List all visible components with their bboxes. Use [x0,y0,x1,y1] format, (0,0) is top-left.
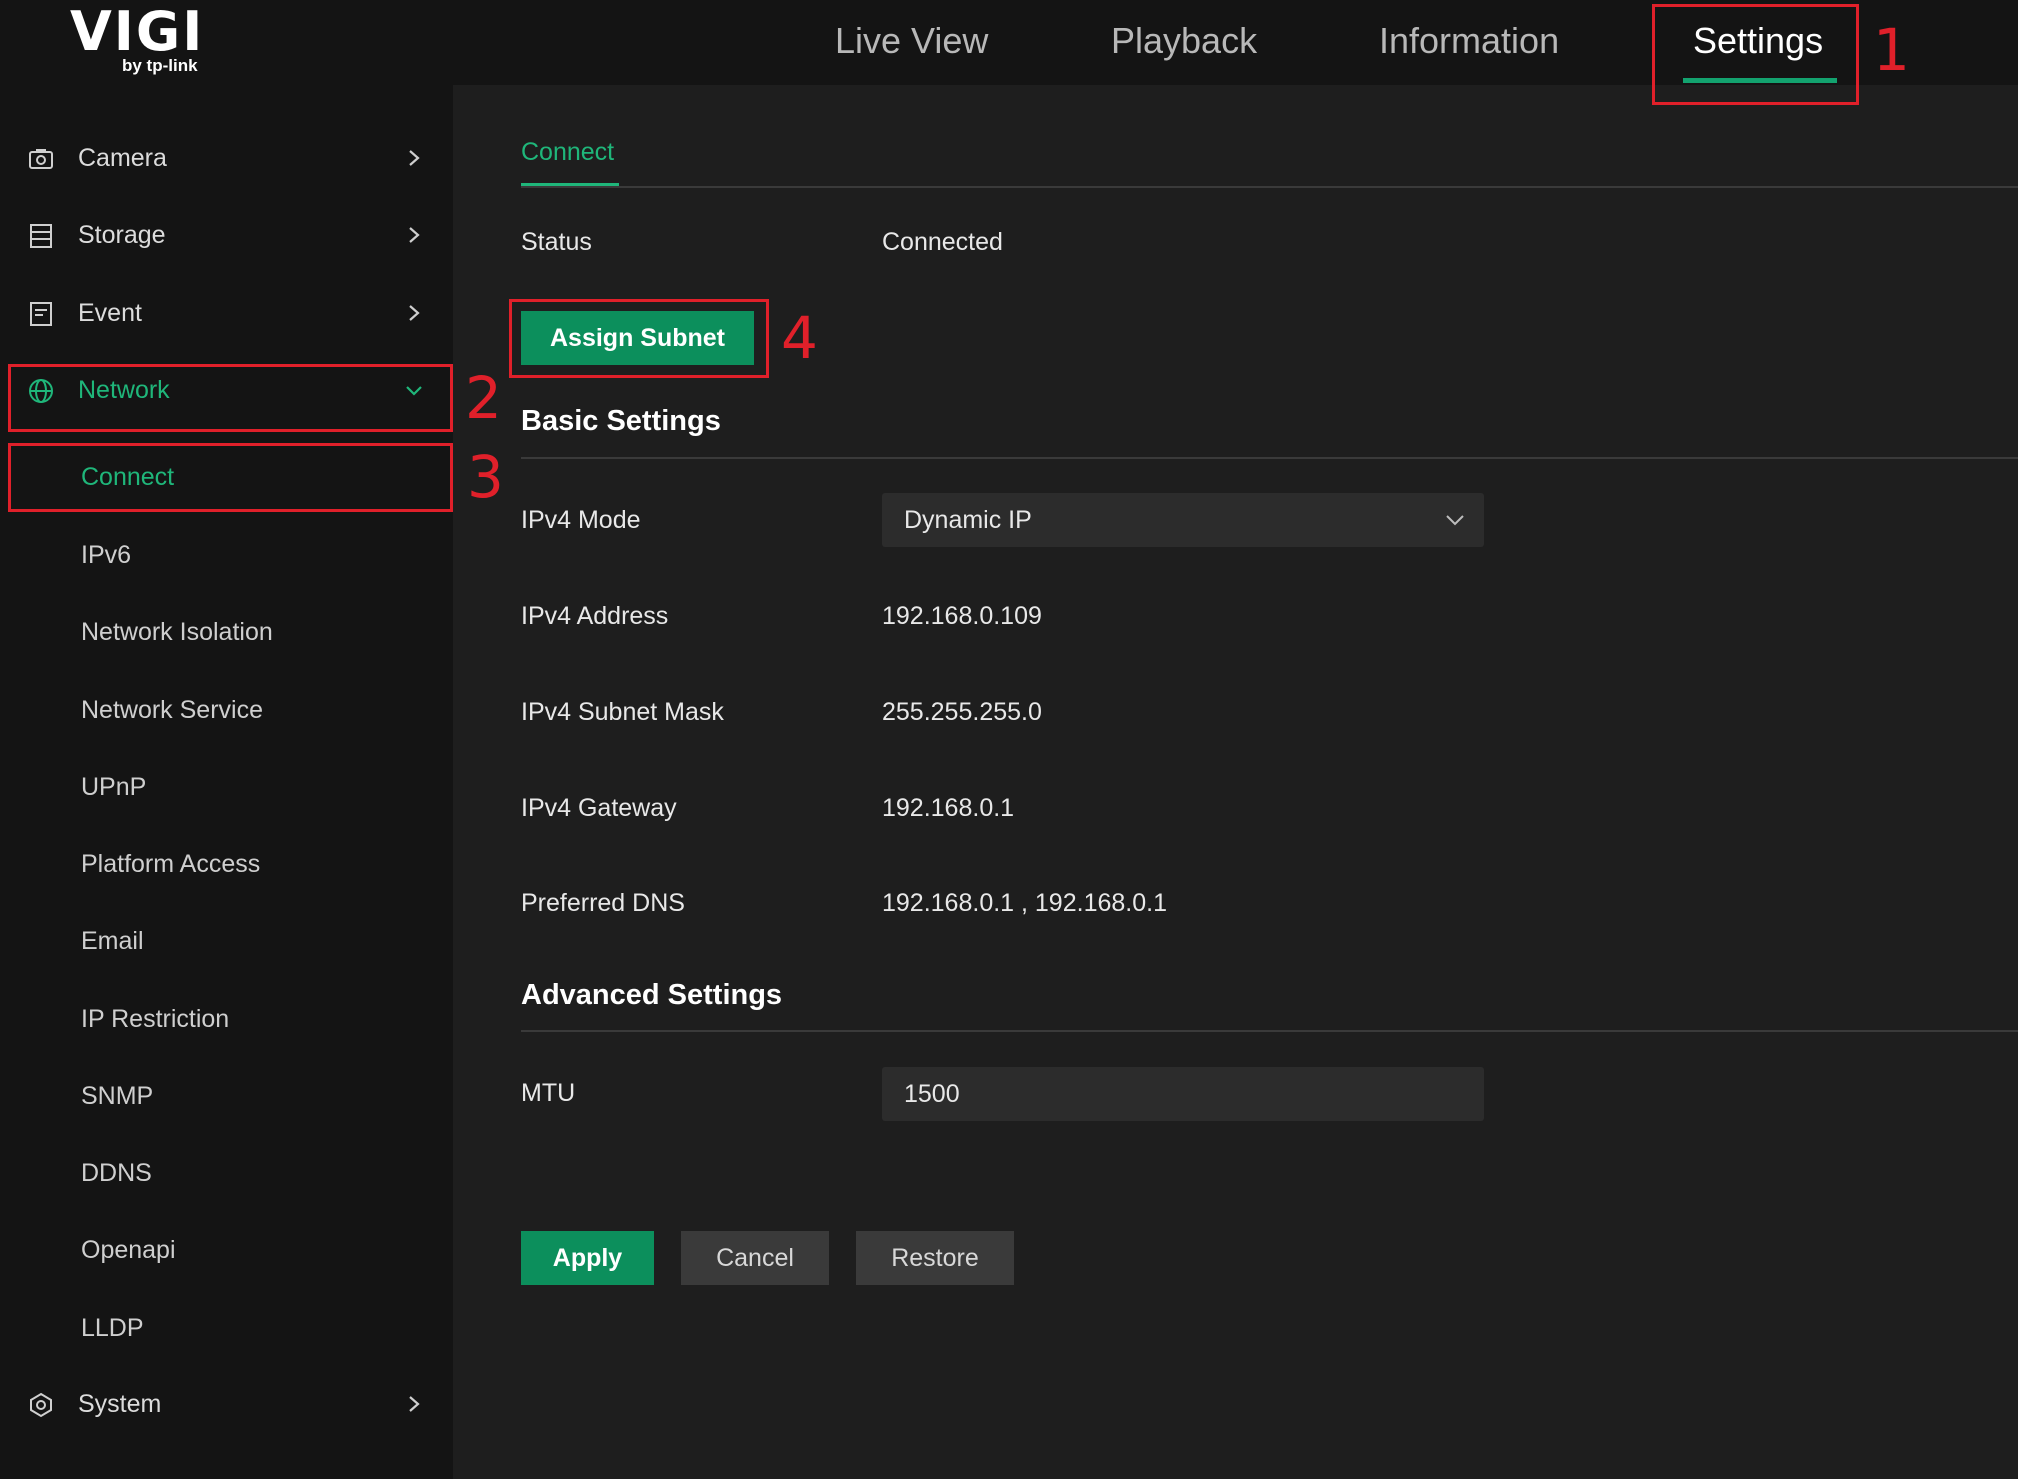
sidebar-subitem-label: IP Restriction [81,1005,230,1033]
chevron-down-icon [1446,515,1464,526]
subtab-divider [521,186,2018,188]
sidebar-subitem-network-isolation[interactable]: Network Isolation [0,600,453,664]
sidebar-item-event[interactable]: Event [0,281,453,345]
ipv4-mode-label: IPv4 Mode [521,506,641,534]
sidebar-subitem-ipv6[interactable]: IPv6 [0,523,453,587]
sidebar-item-system[interactable]: System [0,1372,453,1436]
advanced-settings-divider [521,1030,2018,1032]
annotation-number-4: 4 [781,304,818,372]
sidebar-item-storage[interactable]: Storage [0,203,453,267]
chevron-right-icon [409,1396,420,1412]
ipv4-mode-value: Dynamic IP [904,506,1032,534]
storage-icon [30,224,52,248]
logo-subtext: by tp-link [122,56,198,75]
sidebar-subitem-upnp[interactable]: UPnP [0,755,453,819]
sidebar-item-camera[interactable]: Camera [0,126,453,190]
chevron-right-icon [409,150,420,166]
sidebar-subitem-lldp[interactable]: LLDP [0,1296,453,1360]
ipv4-mode-select[interactable]: Dynamic IP [882,493,1484,547]
ipv4-address-value: 192.168.0.109 [882,602,1042,630]
logo-text: VIGI [70,0,205,63]
basic-settings-title: Basic Settings [521,405,721,437]
tab-information[interactable]: Information [1379,0,1559,85]
tab-live-view[interactable]: Live View [835,0,988,85]
sidebar-subitem-label: Network Isolation [81,618,273,646]
annotation-box-2 [8,364,453,432]
event-icon [30,302,52,326]
sidebar-subitem-snmp[interactable]: SNMP [0,1064,453,1128]
apply-button[interactable]: Apply [521,1231,654,1285]
system-icon [30,1392,52,1418]
sidebar-subitem-label: Openapi [81,1236,176,1264]
chevron-right-icon [409,305,420,321]
sidebar-subitem-label: SNMP [81,1082,154,1110]
sidebar-subitem-ddns[interactable]: DDNS [0,1141,453,1205]
tab-playback[interactable]: Playback [1111,0,1257,85]
sidebar-subitem-label: Email [81,927,144,955]
cancel-button[interactable]: Cancel [681,1231,829,1285]
status-label: Status [521,228,592,256]
sidebar-subitem-platform-access[interactable]: Platform Access [0,832,453,896]
basic-settings-divider [521,457,2018,459]
mtu-value: 1500 [904,1080,960,1108]
annotation-box-3 [8,443,453,512]
sidebar-subitem-label: UPnP [81,773,147,801]
sidebar-subitem-openapi[interactable]: Openapi [0,1218,453,1282]
sidebar-subitem-email[interactable]: Email [0,909,453,973]
sidebar-subitem-ip-restriction[interactable]: IP Restriction [0,987,453,1051]
restore-button[interactable]: Restore [856,1231,1014,1285]
status-value: Connected [882,228,1003,256]
sidebar-subitem-label: IPv6 [81,541,132,569]
ipv4-address-label: IPv4 Address [521,602,669,630]
annotation-number-3: 3 [467,443,504,511]
subnet-mask-label: IPv4 Subnet Mask [521,698,724,726]
sidebar-subitem-label: DDNS [81,1159,152,1187]
gateway-value: 192.168.0.1 [882,794,1015,822]
preferred-dns-label: Preferred DNS [521,889,685,917]
subtab-connect[interactable]: Connect [521,134,614,170]
sidebar-subitem-network-service[interactable]: Network Service [0,678,453,742]
vigi-logo[interactable]: VIGI by tp-link [70,4,210,76]
annotation-box-1 [1652,4,1859,105]
mtu-input[interactable]: 1500 [882,1067,1484,1121]
camera-icon [29,149,53,169]
annotation-number-1: 1 [1873,16,1910,84]
chevron-right-icon [409,227,420,243]
advanced-settings-title: Advanced Settings [521,979,783,1011]
sidebar-subitem-label: LLDP [81,1314,144,1342]
subnet-mask-value: 255.255.255.0 [882,698,1042,726]
mtu-label: MTU [521,1079,576,1107]
annotation-box-4 [509,299,769,378]
sidebar-item-label: Event [78,299,142,327]
preferred-dns-value: 192.168.0.1 , 192.168.0.1 [882,889,1167,917]
gateway-label: IPv4 Gateway [521,794,677,822]
sidebar-subitem-label: Platform Access [81,850,261,878]
sidebar-item-label: Storage [78,221,166,249]
sidebar-item-label: Camera [78,144,167,172]
sidebar-subitem-label: Network Service [81,696,263,724]
annotation-number-2: 2 [465,364,502,432]
sidebar-item-label: System [78,1390,162,1418]
